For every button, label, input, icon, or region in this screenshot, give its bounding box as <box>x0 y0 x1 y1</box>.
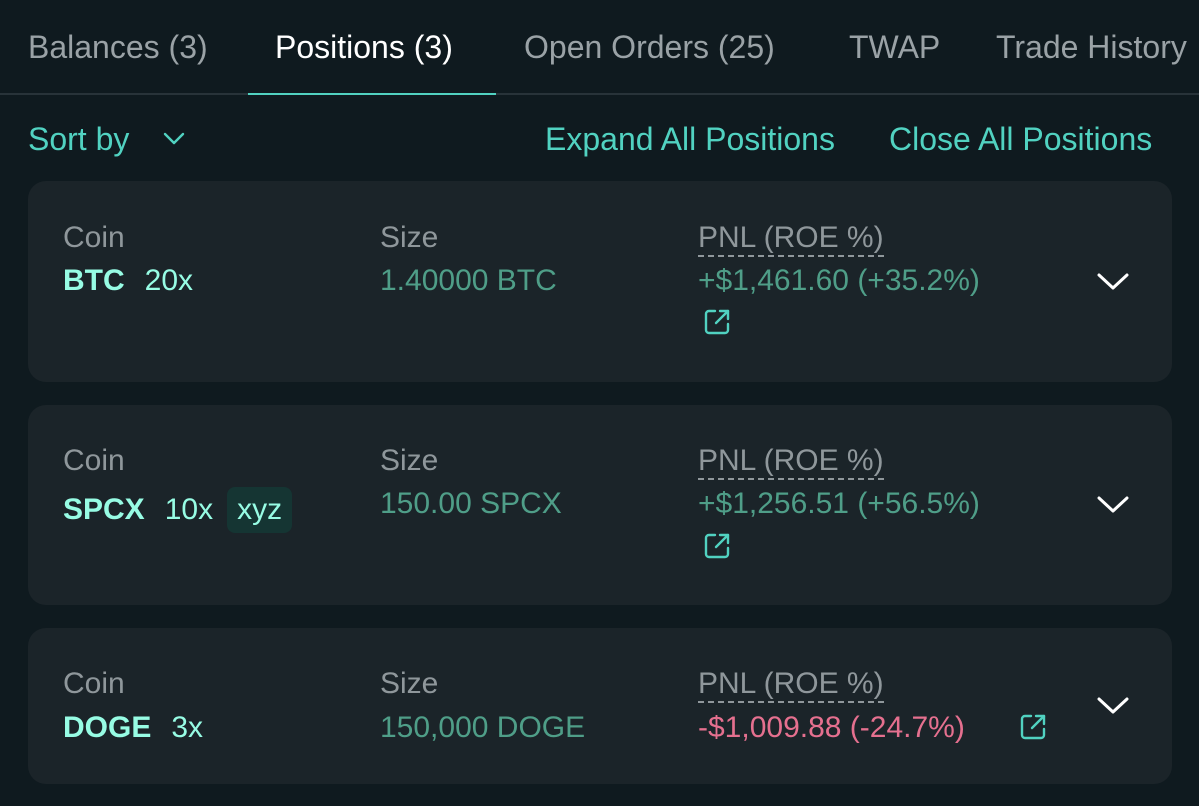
active-tab-indicator <box>248 93 496 95</box>
sort-by-dropdown[interactable]: Sort by <box>28 118 185 160</box>
coin-row: BTC 20x <box>63 255 193 307</box>
coin-symbol[interactable]: BTC <box>63 264 125 298</box>
expand-position-chevron-icon[interactable] <box>1096 271 1130 293</box>
position-card-doge: Coin DOGE 3x Size 150,000 DOGE PNL (ROE … <box>28 628 1172 784</box>
external-link-icon[interactable] <box>702 531 732 561</box>
expand-position-chevron-icon[interactable] <box>1096 695 1130 717</box>
pnl-value: +$1,461.60 (+35.2%) <box>698 264 980 297</box>
coin-row: SPCX 10x xyz <box>63 484 293 536</box>
size-label: Size <box>380 667 439 700</box>
coin-symbol[interactable]: DOGE <box>63 711 151 745</box>
external-link-icon[interactable] <box>702 307 732 337</box>
coin-symbol[interactable]: SPCX <box>63 493 145 527</box>
position-card-spcx: Coin SPCX 10x xyz Size 150.00 SPCX PNL (… <box>28 405 1172 605</box>
size-label: Size <box>380 444 439 477</box>
expand-position-chevron-icon[interactable] <box>1096 494 1130 516</box>
coin-row: DOGE 3x <box>63 702 203 754</box>
tab-bar: Balances (3) Positions (3) Open Orders (… <box>0 0 1199 95</box>
pnl-value: -$1,009.88 (-24.7%) <box>698 711 965 744</box>
close-all-positions-button[interactable]: Close All Positions <box>889 118 1152 160</box>
pnl-label[interactable]: PNL (ROE %) <box>698 221 884 257</box>
pnl-value: +$1,256.51 (+56.5%) <box>698 487 980 520</box>
size-value: 150.00 SPCX <box>380 487 562 520</box>
size-value: 150,000 DOGE <box>380 711 586 744</box>
leverage: 20x <box>144 264 194 297</box>
coin-label: Coin <box>63 444 125 477</box>
coin-label: Coin <box>63 667 125 700</box>
tab-trade-history[interactable]: Trade History <box>996 26 1187 68</box>
tab-balances[interactable]: Balances (3) <box>28 26 208 68</box>
pnl-label[interactable]: PNL (ROE %) <box>698 444 884 480</box>
coin-label: Coin <box>63 221 125 254</box>
sort-by-label: Sort by <box>28 120 130 157</box>
tab-positions[interactable]: Positions (3) <box>275 26 453 68</box>
expand-all-positions-button[interactable]: Expand All Positions <box>545 118 835 160</box>
tab-twap[interactable]: TWAP <box>849 26 940 68</box>
external-link-icon[interactable] <box>1018 712 1048 742</box>
size-value: 1.40000 BTC <box>380 264 557 297</box>
chevron-down-icon <box>164 132 185 145</box>
tab-open-orders[interactable]: Open Orders (25) <box>524 26 775 68</box>
leverage: 10x <box>164 493 214 526</box>
size-label: Size <box>380 221 439 254</box>
position-card-btc: Coin BTC 20x Size 1.40000 BTC PNL (ROE %… <box>28 181 1172 382</box>
pnl-label[interactable]: PNL (ROE %) <box>698 667 884 703</box>
dex-tag: xyz <box>227 487 293 533</box>
positions-panel: Balances (3) Positions (3) Open Orders (… <box>0 0 1199 806</box>
leverage: 3x <box>171 711 204 744</box>
